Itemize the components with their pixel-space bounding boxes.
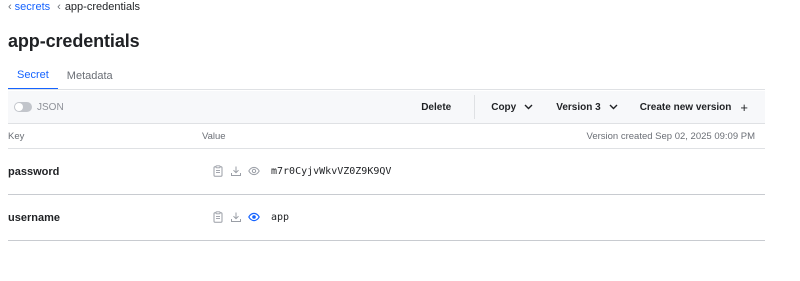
toggle-knob [15,103,23,111]
row-actions [212,165,266,177]
page-title: app-credentials [8,31,140,51]
secret-value: m7r0CyjvWkvVZ0Z9K9QV [271,166,392,177]
toolbar: JSON Delete Copy Version 3 Create new ve… [8,91,765,124]
breadcrumb: ‹ secrets ‹ app-credentials [8,0,140,14]
eye-icon[interactable] [248,165,260,177]
table-row: password m7r0CyjvWkvVZ0Z9K9QV [8,149,765,195]
json-toggle[interactable] [14,102,32,112]
clipboard-icon[interactable] [212,165,224,177]
delete-button-label: Delete [421,101,452,113]
secret-value: app [271,212,290,223]
download-icon[interactable] [230,165,242,177]
breadcrumb-current[interactable]: app-credentials [65,1,140,13]
clipboard-icon[interactable] [212,211,224,223]
copy-dropdown[interactable]: Copy [491,91,533,124]
version-dropdown[interactable]: Version 3 [556,91,618,124]
create-new-version-label: Create new version [639,101,732,113]
column-header-key: Key [8,131,25,142]
version-dropdown-label: Version 3 [556,101,601,113]
json-toggle-label: JSON [37,101,64,113]
tab-bar: Secret Metadata [8,62,122,90]
version-created-info: Version created Sep 02, 2025 09:09 PM [586,131,755,142]
copy-dropdown-label: Copy [491,101,517,113]
eye-icon[interactable] [248,211,260,223]
breadcrumb-link-secrets[interactable]: secrets [15,1,50,13]
tab-metadata[interactable]: Metadata [58,62,122,90]
download-icon[interactable] [230,211,242,223]
toolbar-divider [474,95,476,119]
create-new-version-button[interactable]: Create new version + [640,91,748,124]
delete-button[interactable]: Delete [421,91,451,124]
row-actions [212,211,266,223]
chevron-down-icon [524,104,533,110]
column-header-value: Value [202,131,226,142]
secret-key: username [8,212,60,224]
secret-key: password [8,166,60,178]
plus-icon: + [740,99,748,115]
chevron-down-icon [609,104,618,110]
chevron-left-icon: ‹ [8,1,12,13]
chevron-left-icon: ‹ [57,1,61,13]
tab-secret[interactable]: Secret [8,62,58,90]
table-row: username app [8,195,765,241]
